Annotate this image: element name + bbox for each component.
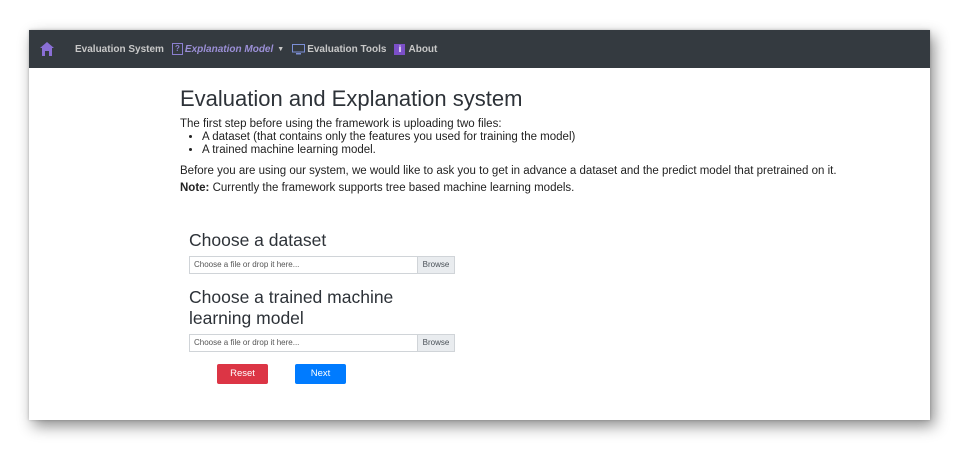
model-file-input[interactable]: Choose a file or drop it here... Browse (189, 334, 455, 352)
info-icon: i (394, 43, 406, 55)
intro-block: The first step before using the framewor… (180, 118, 920, 157)
nav-about-label: About (408, 43, 438, 55)
home-link[interactable] (39, 41, 67, 57)
dataset-upload-title: Choose a dataset (189, 230, 327, 250)
model-upload-title-line1: Choose a trained machine (189, 287, 394, 307)
dataset-upload-section: Choose a dataset Choose a file or drop i… (189, 230, 455, 274)
nav-evaluation-tools[interactable]: Evaluation Tools (292, 43, 387, 55)
model-upload-title-line2: learning model (189, 308, 304, 328)
model-upload-title: Choose a trained machine learning model (189, 287, 455, 329)
requirement-model: A trained machine learning model. (202, 144, 920, 157)
browser-window: Evaluation System ? Explanation Model ▼ … (29, 30, 930, 420)
model-upload-section: Choose a trained machine learning model C… (189, 287, 455, 352)
caret-down-icon: ▼ (277, 45, 285, 53)
note-text: Currently the framework supports tree ba… (209, 182, 575, 194)
monitor-icon (292, 43, 306, 54)
dataset-file-input[interactable]: Choose a file or drop it here... Browse (189, 256, 455, 274)
nav-brand-label: Evaluation System (75, 43, 164, 55)
dataset-browse-button[interactable]: Browse (417, 257, 454, 273)
next-button[interactable]: Next (295, 364, 346, 384)
requirement-dataset: A dataset (that contains only the featur… (202, 131, 920, 144)
navbar: Evaluation System ? Explanation Model ▼ … (29, 30, 930, 68)
nav-explanation-model-label: Explanation Model (184, 43, 274, 55)
intro-text: The first step before using the framewor… (180, 118, 502, 130)
instructions-paragraph: Before you are using our system, we woul… (180, 165, 837, 177)
nav-explanation-model-dropdown[interactable]: ? Explanation Model ▼ (171, 43, 285, 55)
dataset-file-placeholder: Choose a file or drop it here... (194, 260, 300, 269)
note: Note: Currently the framework supports t… (180, 182, 920, 194)
reset-button[interactable]: Reset (217, 364, 268, 384)
note-label: Note: (180, 182, 210, 194)
page-title: Evaluation and Explanation system (180, 86, 523, 111)
model-file-placeholder: Choose a file or drop it here... (194, 338, 300, 347)
requirements-list: A dataset (that contains only the featur… (180, 131, 920, 157)
home-icon (40, 42, 54, 56)
nav-about[interactable]: i About (394, 43, 438, 55)
question-icon: ? (171, 43, 183, 55)
model-browse-button[interactable]: Browse (417, 335, 454, 351)
main-content: Evaluation and Explanation system The fi… (180, 86, 920, 194)
nav-evaluation-tools-label: Evaluation Tools (307, 43, 387, 55)
nav-brand[interactable]: Evaluation System (75, 44, 164, 55)
